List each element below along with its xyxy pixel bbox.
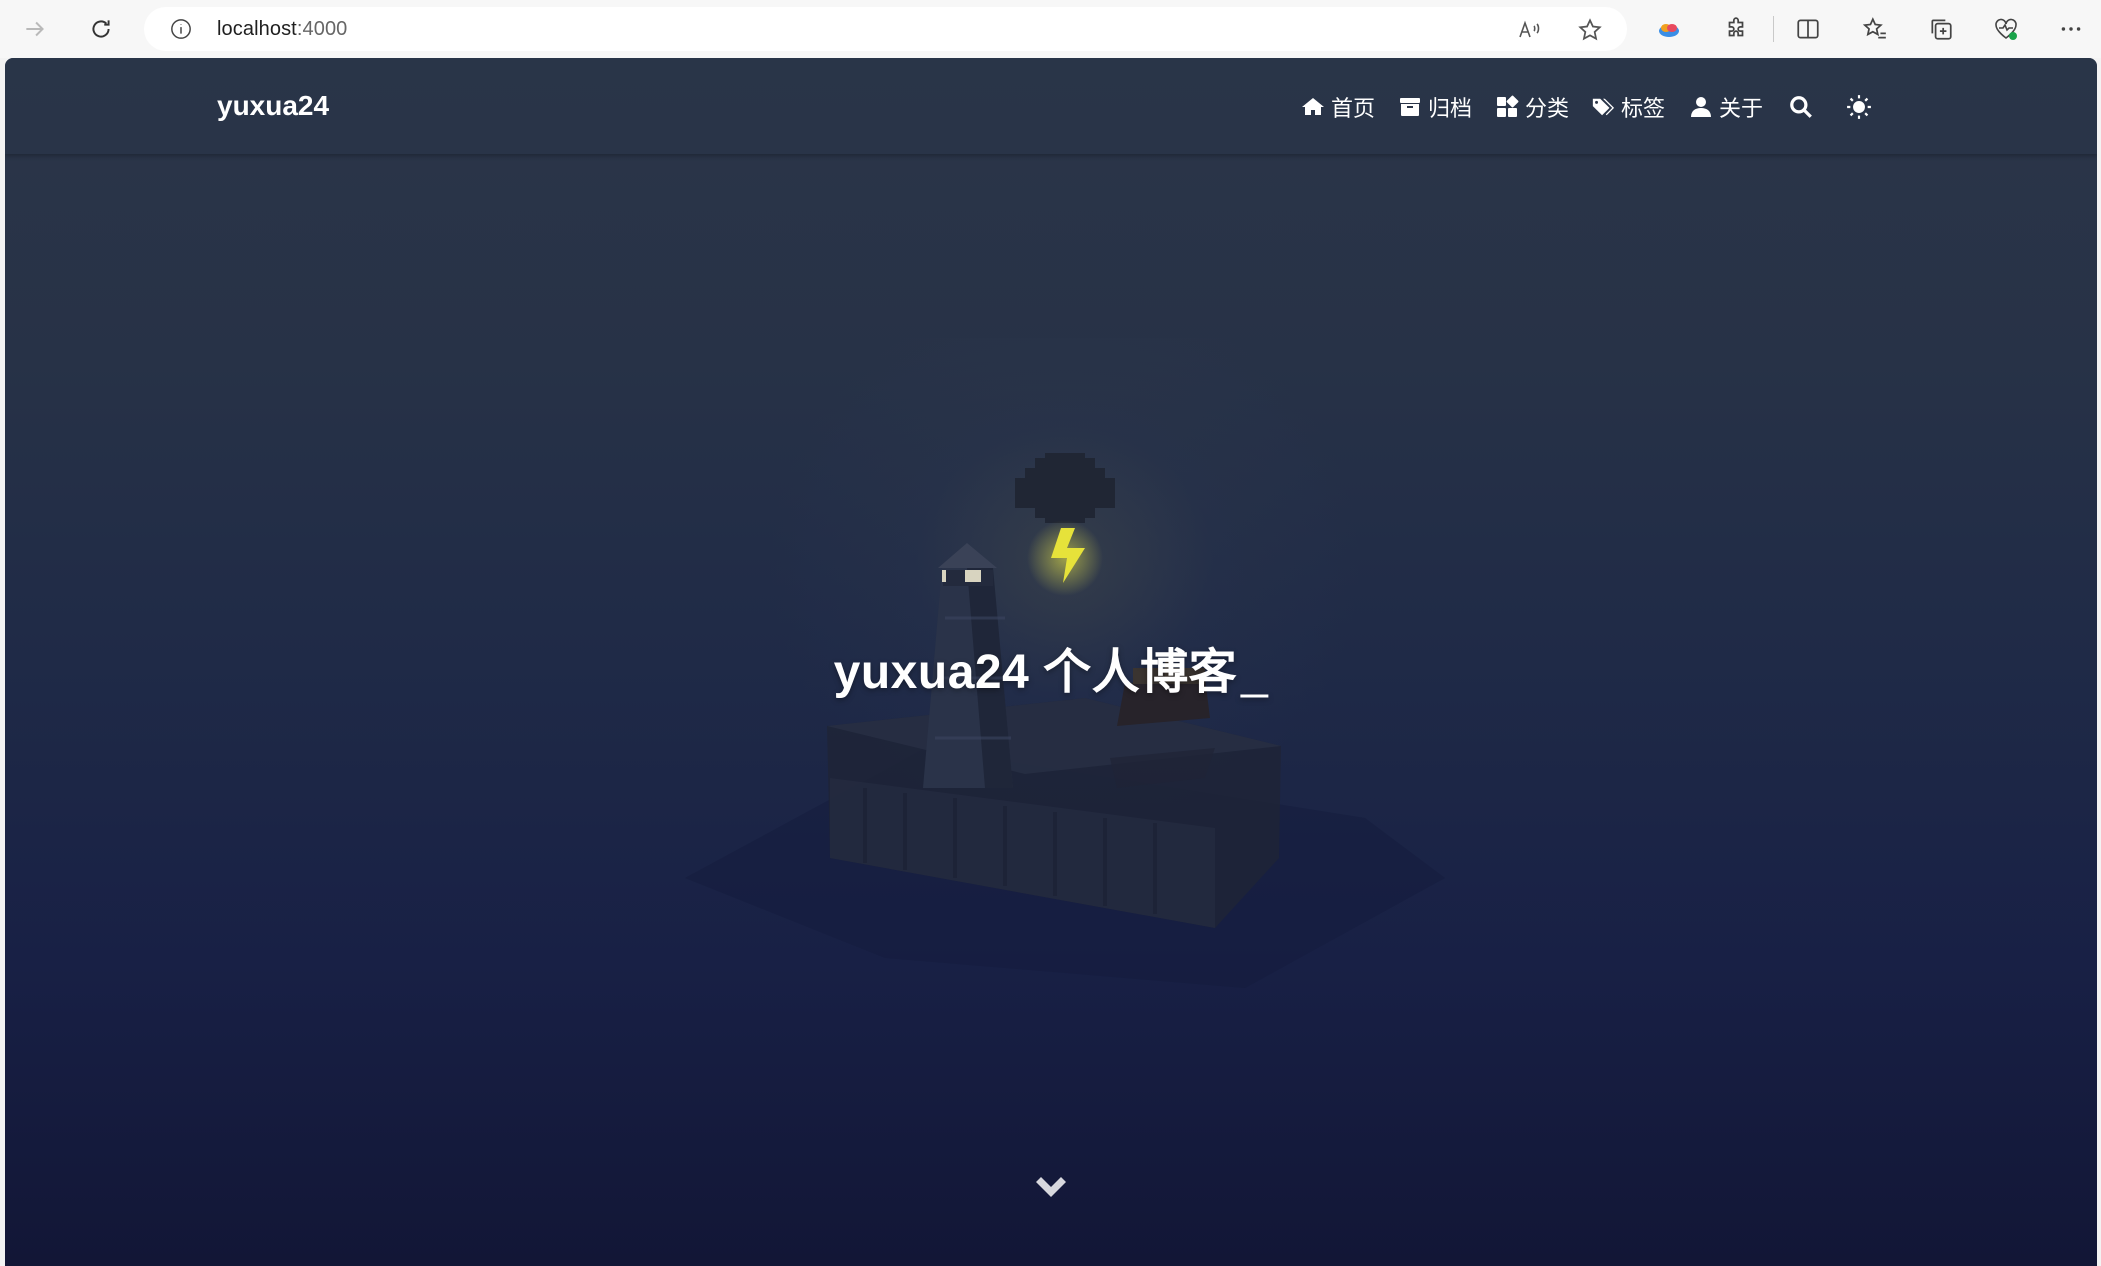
theme-toggle-button[interactable] [1846,94,1872,120]
typing-cursor: _ [1241,646,1269,699]
favorite-star-icon[interactable] [1577,17,1603,43]
extensions-icon[interactable] [1723,16,1749,42]
address-bar[interactable]: localhost:4000 [144,7,1627,51]
info-icon[interactable] [170,18,192,40]
split-screen-icon[interactable] [1795,16,1821,42]
url-port: :4000 [296,18,348,40]
home-icon [1302,98,1324,115]
hero-title-text: yuxua24 个人博客 [833,646,1238,699]
favorites-icon[interactable] [1862,16,1888,42]
nav-categories-label: 分类 [1525,96,1570,121]
cloud-extension-icon[interactable] [1656,16,1682,42]
nav-categories[interactable]: 分类 [1495,92,1569,122]
url-host: localhost [217,18,297,40]
nav-about-label: 关于 [1719,96,1764,121]
collections-icon[interactable] [1928,16,1954,42]
archive-icon [1400,98,1420,116]
arrow-right-icon [26,21,44,37]
hero-title: yuxua24 个人博客_ [5,632,2097,702]
tags-icon [1592,98,1615,116]
site-navbar: yuxua24 首页 归档 分类 标签 关于 [5,58,2097,154]
nav-home-label: 首页 [1331,96,1376,121]
user-icon [1691,97,1711,117]
forward-button[interactable] [18,12,52,46]
chevron-down-icon [1036,1177,1066,1197]
nav-archive-label: 归档 [1428,96,1473,121]
more-menu-icon[interactable] [2058,16,2084,42]
read-aloud-icon[interactable] [1517,17,1543,43]
category-icon [1497,95,1519,117]
reload-icon [92,20,110,38]
nav-home[interactable]: 首页 [1301,92,1375,122]
scroll-down-button[interactable] [1033,1170,1069,1206]
browser-toolbar: localhost:4000 [0,0,2101,58]
site-brand[interactable]: yuxua24 [217,90,329,122]
browser-essentials-icon[interactable] [1993,16,2019,42]
sun-icon [1847,95,1871,119]
nav-tags-label: 标签 [1621,96,1666,121]
nav-archive[interactable]: 归档 [1398,92,1472,122]
search-button[interactable] [1788,94,1814,120]
nav-tags[interactable]: 标签 [1591,92,1665,122]
page-viewport: yuxua24 首页 归档 分类 标签 关于 yuxua24 个人博客_ [5,58,2097,1266]
url-text[interactable]: localhost:4000 [217,18,347,41]
nav-about[interactable]: 关于 [1689,92,1763,122]
search-icon [1790,96,1812,118]
reload-button[interactable] [84,12,118,46]
toolbar-divider [1773,16,1774,42]
